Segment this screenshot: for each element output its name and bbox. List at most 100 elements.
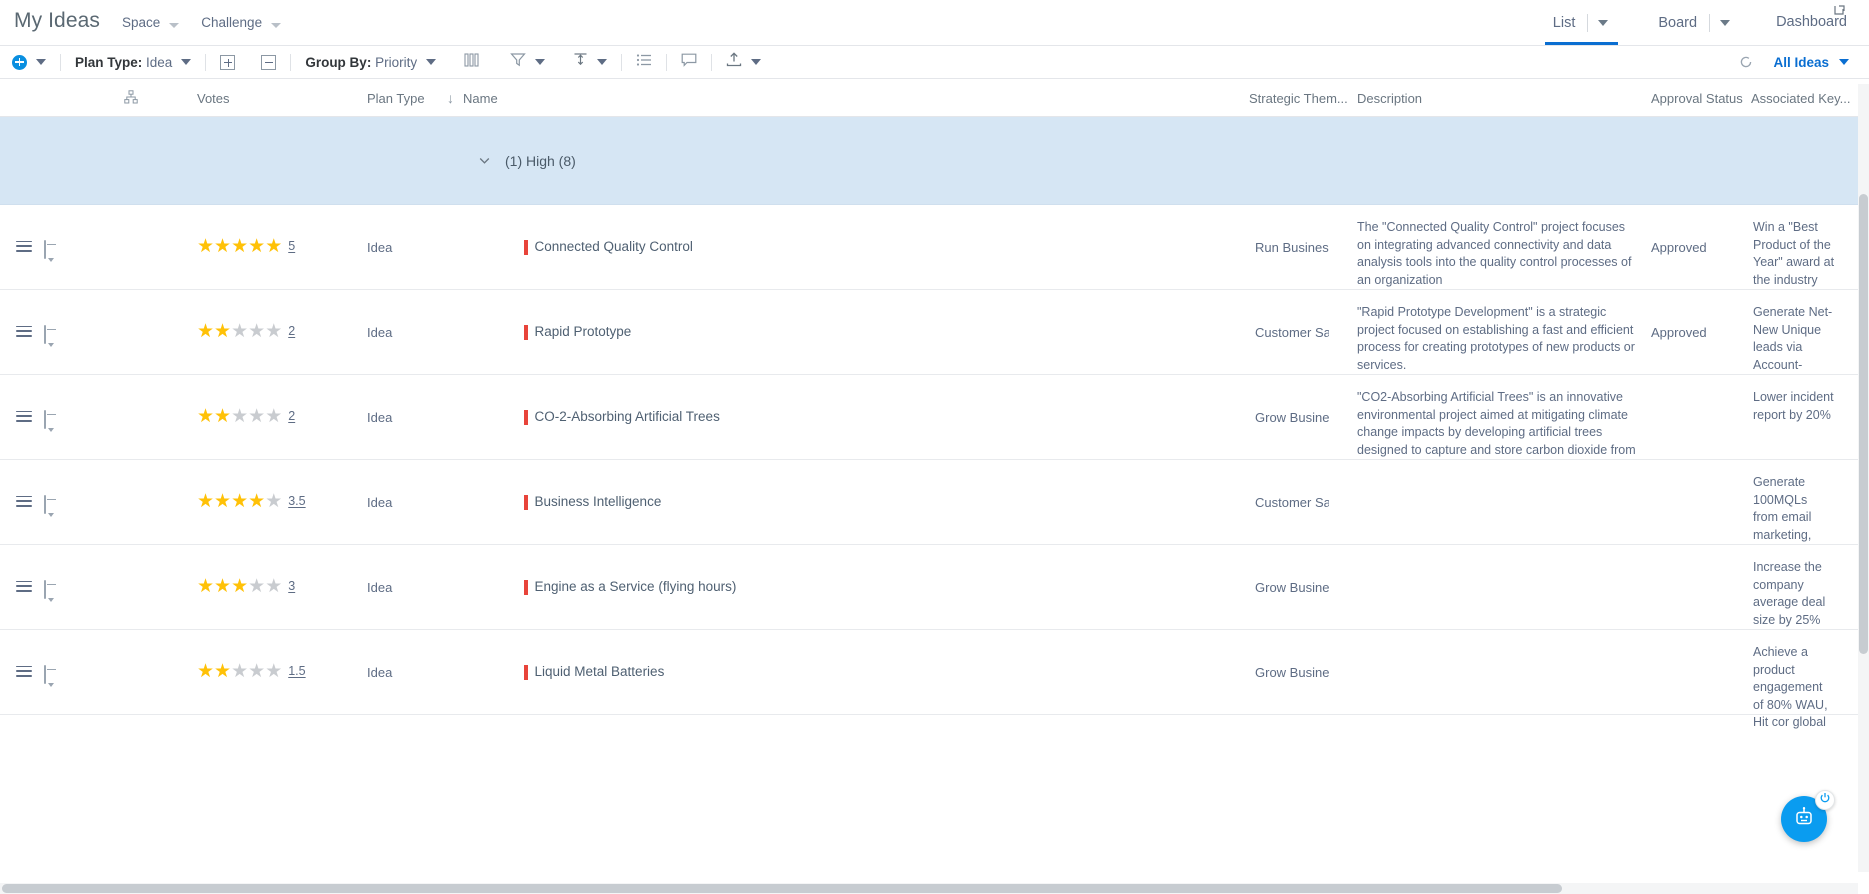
star-icon: ★ — [214, 660, 232, 682]
tab-list[interactable]: List — [1543, 0, 1621, 45]
column-header-name[interactable]: ↓ Name — [447, 79, 498, 117]
chevron-down-icon[interactable] — [597, 59, 608, 65]
vote-count[interactable]: 2 — [288, 409, 295, 423]
plan-type-filter[interactable]: Plan Type: Idea — [75, 46, 192, 79]
saved-view-selector[interactable]: All Ideas — [1773, 55, 1829, 70]
votes-cell[interactable]: ★ ★ ★ ★ ★ 3 — [197, 577, 295, 596]
drag-handle-icon[interactable] — [16, 325, 32, 340]
collapse-all-icon — [261, 54, 277, 70]
rating-stars[interactable]: ★ ★ ★ ★ ★ — [197, 407, 282, 426]
votes-cell[interactable]: ★ ★ ★ ★ ★ 5 — [197, 237, 295, 256]
filter-button[interactable] — [510, 46, 546, 79]
star-icon: ★ — [231, 405, 249, 427]
strategic-theme-cell: Grow Business — [1255, 409, 1329, 425]
name-cell[interactable]: Business Intelligence — [524, 494, 661, 510]
column-header-associated-key-results[interactable]: Associated Key... — [1751, 79, 1850, 117]
vertical-scrollbar-thumb[interactable] — [1859, 194, 1868, 654]
star-icon: ★ — [214, 575, 232, 597]
row-height-button[interactable] — [573, 46, 608, 79]
idea-name[interactable]: CO-2-Absorbing Artificial Trees — [535, 409, 720, 424]
table-row[interactable]: ★ ★ ★ ★ ★ 5 Idea Connected Quality Control Run B… — [0, 205, 1869, 322]
add-button[interactable] — [12, 46, 46, 79]
idea-name[interactable]: Business Intelligence — [535, 494, 662, 509]
chevron-down-icon[interactable] — [181, 59, 192, 65]
idea-name[interactable]: Connected Quality Control — [535, 239, 693, 254]
vertical-scrollbar[interactable] — [1858, 84, 1869, 872]
export-button[interactable] — [726, 46, 762, 79]
refresh-icon[interactable] — [1739, 55, 1753, 69]
rating-stars[interactable]: ★ ★ ★ ★ ★ — [197, 577, 282, 596]
strategic-theme-cell: Customer Satisfa — [1255, 494, 1329, 510]
column-header-votes[interactable]: Votes — [197, 79, 230, 117]
table-row[interactable]: ★ ★ ★ ★ ★ 2 Idea CO-2-Absorbing Artificial Tree… — [0, 375, 1869, 474]
comment-icon[interactable] — [44, 239, 60, 259]
horizontal-scrollbar-thumb[interactable] — [2, 884, 1562, 893]
drag-handle-icon[interactable] — [16, 665, 32, 680]
comment-button[interactable] — [681, 46, 697, 79]
collapse-all-button[interactable] — [261, 46, 277, 79]
chevron-down-icon[interactable] — [36, 59, 46, 65]
comment-icon[interactable] — [44, 664, 60, 684]
comment-icon[interactable] — [44, 409, 60, 429]
strategic-theme-cell: Customer Satisfa — [1255, 324, 1329, 340]
chevron-down-icon[interactable] — [751, 59, 762, 65]
name-cell[interactable]: Liquid Metal Batteries — [524, 664, 664, 680]
chevron-down-icon[interactable] — [478, 154, 491, 167]
vote-count[interactable]: 1.5 — [288, 664, 305, 678]
idea-name[interactable]: Rapid Prototype — [535, 324, 632, 339]
divider — [60, 53, 61, 71]
name-cell[interactable]: Connected Quality Control — [524, 239, 693, 255]
star-icon: ★ — [231, 660, 249, 682]
column-header-approval-status[interactable]: Approval Status — [1651, 79, 1743, 117]
table-row[interactable]: ★ ★ ★ ★ ★ 3 Idea Engine as a Service (flying ho… — [0, 545, 1869, 630]
drag-handle-icon[interactable] — [16, 495, 32, 510]
column-header-plan-type[interactable]: Plan Type — [367, 79, 425, 117]
horizontal-scrollbar[interactable] — [0, 883, 1858, 894]
column-header-strategic-theme[interactable]: Strategic Them... — [1249, 79, 1348, 117]
table-row[interactable]: ★ ★ ★ ★ ★ 1.5 Idea Liquid Metal Batteries Grow B… — [0, 630, 1869, 729]
column-header-name-label: Name — [463, 90, 498, 106]
idea-name[interactable]: Engine as a Service (flying hours) — [535, 579, 737, 594]
vote-count[interactable]: 2 — [288, 324, 295, 338]
votes-cell[interactable]: ★ ★ ★ ★ ★ 1.5 — [197, 662, 306, 681]
table-row[interactable]: ★ ★ ★ ★ ★ 3.5 Idea Business Intelligence Custome… — [0, 460, 1869, 577]
vote-count[interactable]: 3.5 — [288, 494, 305, 508]
columns-button[interactable] — [464, 46, 482, 79]
comment-icon[interactable] — [44, 494, 60, 514]
votes-cell[interactable]: ★ ★ ★ ★ ★ 3.5 — [197, 492, 306, 511]
chevron-down-icon[interactable] — [535, 59, 546, 65]
expand-all-button[interactable] — [220, 46, 236, 79]
name-cell[interactable]: Rapid Prototype — [524, 324, 631, 340]
open-in-new-icon[interactable] — [1833, 2, 1847, 16]
column-header-description[interactable]: Description — [1357, 79, 1422, 117]
table-row[interactable]: ★★★★★2IdeaRapid PrototypeCustomer Satisf… — [0, 290, 1869, 407]
vote-count[interactable]: 5 — [288, 239, 295, 253]
rating-stars[interactable]: ★ ★ ★ ★ ★ — [197, 237, 282, 256]
comment-icon[interactable] — [44, 579, 60, 599]
breadcrumb-space[interactable]: Space — [122, 13, 180, 31]
chevron-down-icon[interactable] — [1720, 19, 1731, 26]
column-header-hierarchy[interactable] — [124, 79, 138, 117]
chevron-down-icon[interactable] — [1839, 59, 1849, 65]
chevron-down-icon[interactable] — [426, 59, 437, 65]
name-cell[interactable]: Engine as a Service (flying hours) — [524, 579, 736, 595]
assistant-power-toggle[interactable] — [1815, 790, 1835, 810]
rating-stars[interactable]: ★ ★ ★ ★ ★ — [197, 662, 282, 681]
group-by-control[interactable]: Group By: Priority — [305, 46, 437, 79]
list-view-button[interactable] — [636, 46, 652, 79]
drag-handle-icon[interactable] — [16, 240, 32, 255]
vote-count[interactable]: 3 — [288, 579, 295, 593]
group-header-row[interactable]: (1) High (8) — [0, 117, 1869, 205]
chevron-down-icon[interactable] — [1598, 19, 1609, 26]
idea-name[interactable]: Liquid Metal Batteries — [535, 664, 665, 679]
tab-board[interactable]: Board — [1648, 0, 1742, 45]
comment-icon[interactable] — [44, 324, 60, 344]
rating-stars[interactable]: ★ ★ ★ ★ ★ — [197, 322, 282, 341]
votes-cell[interactable]: ★ ★ ★ ★ ★ 2 — [197, 322, 295, 341]
drag-handle-icon[interactable] — [16, 410, 32, 425]
drag-handle-icon[interactable] — [16, 580, 32, 595]
breadcrumb-challenge[interactable]: Challenge — [201, 13, 282, 31]
rating-stars[interactable]: ★ ★ ★ ★ ★ — [197, 492, 282, 511]
name-cell[interactable]: CO-2-Absorbing Artificial Trees — [524, 409, 720, 425]
votes-cell[interactable]: ★ ★ ★ ★ ★ 2 — [197, 407, 295, 426]
